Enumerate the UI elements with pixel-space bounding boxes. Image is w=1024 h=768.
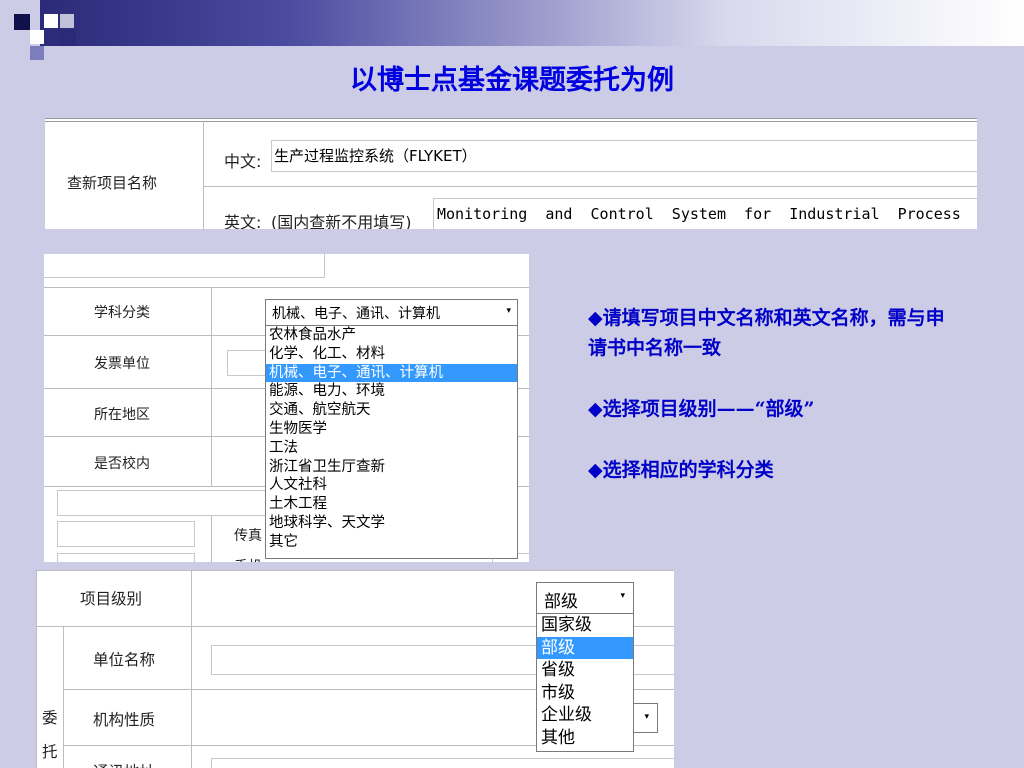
chinese-name-value: 生产过程监控系统（FLYKET）	[274, 147, 477, 165]
slide-header-bar	[40, 0, 1024, 46]
bullet-item: ◆请填写项目中文名称和英文名称，需与申请书中名称一致	[588, 307, 945, 359]
discipline-option[interactable]: 化学、化工、材料	[266, 345, 517, 364]
discipline-option[interactable]: 机械、电子、通讯、计算机	[266, 363, 517, 383]
level-selected-value: 部级	[544, 592, 578, 612]
chevron-down-icon[interactable]: ▾	[620, 591, 625, 601]
entrust-label-1: 委	[42, 709, 58, 727]
level-options-list: 国家级 部级 省级 市级 企业级 其他	[536, 613, 634, 752]
level-option[interactable]: 部级	[537, 636, 633, 660]
english-name-value: Monitoring and Control System for Indust…	[437, 205, 961, 223]
invoice-unit-input[interactable]	[227, 350, 269, 376]
decor-square	[60, 14, 74, 28]
english-name-hint: (国内查新不用填写)	[271, 213, 412, 229]
level-label: 项目级别	[80, 590, 143, 608]
chevron-down-icon[interactable]: ▾	[506, 306, 511, 316]
decor-square	[60, 30, 76, 46]
top-blank-field[interactable]	[44, 254, 325, 278]
address-label: 通讯地址	[93, 760, 155, 768]
level-option[interactable]: 省级	[537, 659, 633, 682]
address-input-2[interactable]	[211, 758, 674, 768]
level-panel: 项目级别 单位名称 机构性质 委 托 通讯地址 ▾ 部级 ▾ 国家级部级省级市级…	[36, 570, 674, 768]
decor-square	[30, 30, 44, 44]
discipline-option[interactable]: 交通、航空航天	[266, 401, 517, 420]
level-select[interactable]: 部级 ▾	[536, 582, 634, 614]
invoice-unit-label: 发票单位	[94, 356, 150, 372]
discipline-option[interactable]: 人文社科	[266, 476, 517, 495]
phone-input[interactable]	[57, 521, 195, 547]
chinese-name-input[interactable]: 生产过程监控系统（FLYKET）	[271, 140, 977, 172]
level-option[interactable]: 国家级	[537, 614, 633, 637]
discipline-option[interactable]: 土木工程	[266, 495, 517, 514]
english-name-label: 英文:	[224, 213, 262, 229]
discipline-option[interactable]: 工法	[266, 439, 517, 458]
discipline-label: 学科分类	[94, 305, 150, 321]
chevron-down-icon[interactable]: ▾	[644, 712, 649, 722]
discipline-option[interactable]: 能源、电力、环境	[266, 382, 517, 401]
on-campus-label: 是否校内	[94, 456, 150, 472]
discipline-selected-value: 机械、电子、通讯、计算机	[272, 306, 440, 322]
entrust-label-2: 托	[42, 743, 58, 761]
level-option[interactable]: 其他	[537, 727, 633, 750]
project-name-panel: 查新项目名称 中文: 生产过程监控系统（FLYKET） 英文: (国内查新不用填…	[45, 118, 977, 229]
discipline-option[interactable]: 浙江省卫生厅查新	[266, 458, 517, 477]
fax-label: 传真	[234, 528, 262, 544]
decor-square	[44, 14, 58, 28]
bullet-item: ◆选择项目级别——“部级”	[588, 398, 815, 420]
instruction-bullets: ◆请填写项目中文名称和英文名称，需与申请书中名称一致 ◆选择项目级别——“部级”…	[588, 303, 948, 516]
discipline-panel: 学科分类 发票单位 所在地区 是否校内 传真 手机 机械、电子、通讯、计算机 ▾…	[44, 254, 529, 562]
unit-name-label: 单位名称	[93, 651, 156, 669]
bullet-item: ◆选择相应的学科分类	[588, 459, 774, 481]
discipline-option[interactable]: 生物医学	[266, 420, 517, 439]
chinese-name-label: 中文:	[224, 152, 262, 171]
org-nature-label: 机构性质	[93, 711, 156, 729]
discipline-select[interactable]: 机械、电子、通讯、计算机 ▾	[265, 299, 518, 326]
mobile-input[interactable]	[57, 553, 195, 562]
english-name-input[interactable]: Monitoring and Control System for Indust…	[433, 198, 977, 229]
decor-square	[14, 14, 30, 30]
level-option[interactable]: 市级	[537, 682, 633, 705]
discipline-options-list: 农林食品水产 化学、化工、材料 机械、电子、通讯、计算机 能源、电力、环境 交通、航空航…	[265, 325, 518, 559]
address-input[interactable]	[57, 490, 269, 516]
mobile-label: 手机	[234, 556, 262, 562]
discipline-option[interactable]: 其它	[266, 533, 517, 552]
region-label: 所在地区	[94, 407, 150, 423]
discipline-option[interactable]: 地球科学、天文学	[266, 514, 517, 533]
project-name-label: 查新项目名称	[67, 174, 158, 192]
slide-title: 以博士点基金课题委托为例	[350, 65, 674, 96]
discipline-option[interactable]: 农林食品水产	[266, 326, 517, 345]
level-option[interactable]: 企业级	[537, 704, 633, 727]
